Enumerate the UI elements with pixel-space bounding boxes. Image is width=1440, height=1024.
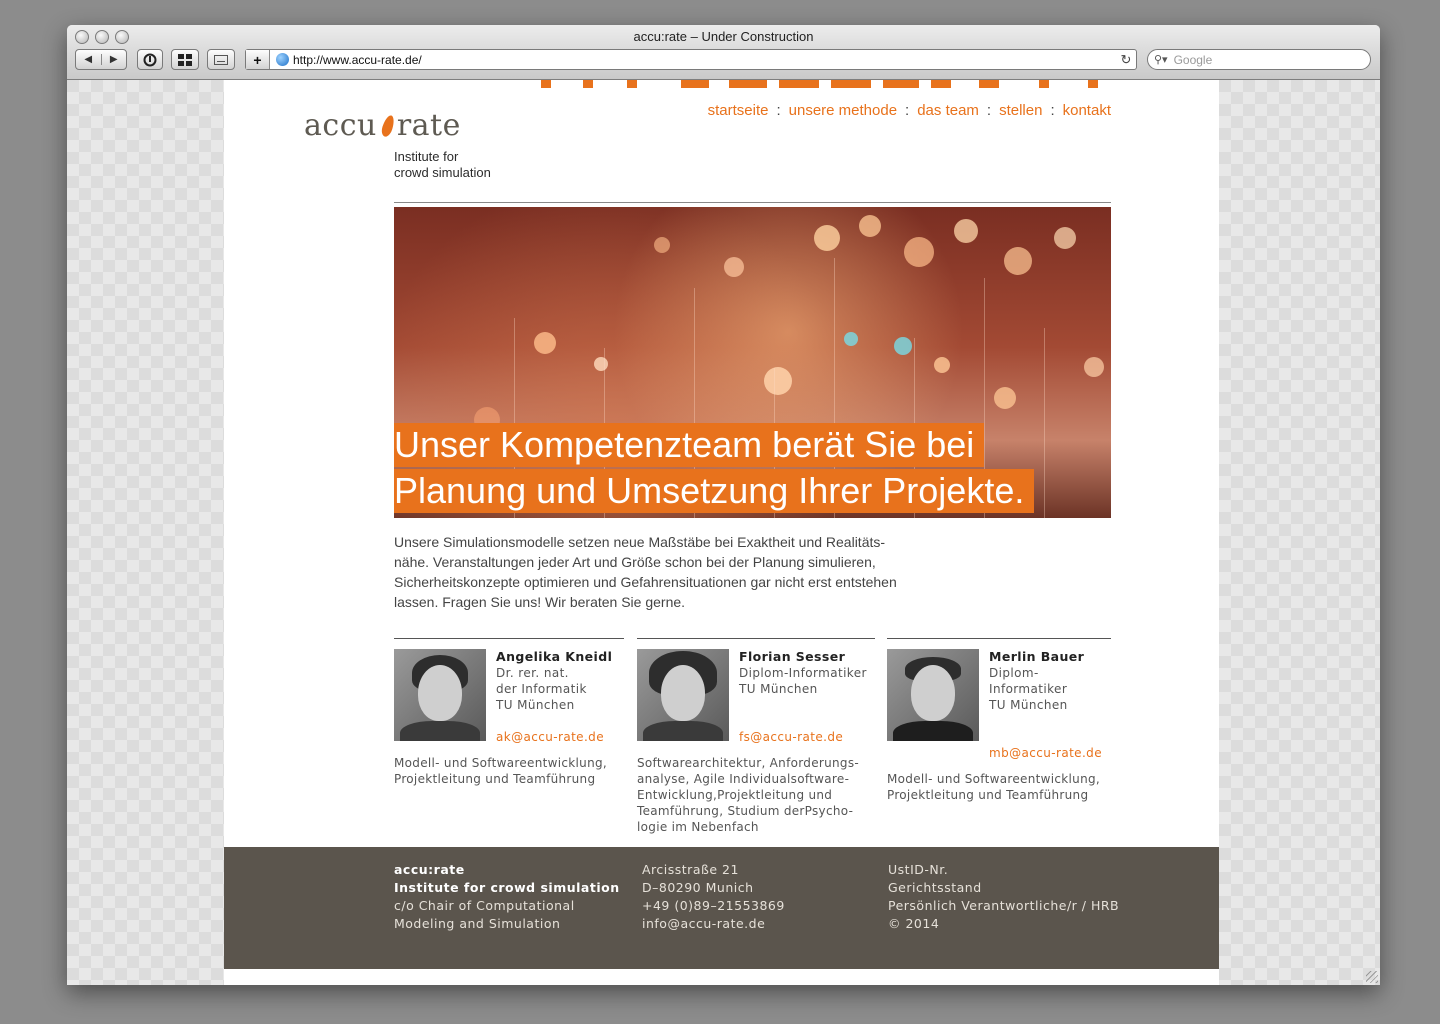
nav-separator: : <box>905 102 910 119</box>
member-description-line: Projektleitung und Teamführung <box>887 788 1089 802</box>
site-globe-icon <box>276 53 289 66</box>
member-name: Florian Sesser <box>739 649 846 664</box>
nav-startseite[interactable]: startseite <box>708 102 769 119</box>
hero-headline-line1: Unser Kompetenzteam berät Sie bei <box>394 423 985 467</box>
member-description: Modell- und Softwareentwicklung, Projekt… <box>887 771 1111 803</box>
member-photo <box>394 649 486 741</box>
member-title-line: TU München <box>739 682 818 696</box>
footer-email-link[interactable]: info@accu-rate.de <box>642 915 785 933</box>
url-field[interactable]: http://www.accu-rate.de/ <box>293 53 1116 67</box>
logo-subtitle: Institute for crowd simulation <box>394 149 491 181</box>
member-description-line: Softwarearchitektur, Anforderungs- <box>637 756 860 770</box>
member-photo <box>637 649 729 741</box>
intro-paragraph: Unsere Simulationsmodelle setzen neue Ma… <box>394 534 897 610</box>
page-footer: accu:rate Institute for crowd simulation… <box>224 847 1219 969</box>
nav-separator: : <box>776 102 781 119</box>
nav-separator: : <box>1050 102 1055 119</box>
member-title-line: der Informatik <box>496 682 587 696</box>
footer-legal-line: Persönlich Verantwortliche/r / HRB <box>888 898 1120 913</box>
window-title: accu:rate – Under Construction <box>633 29 814 44</box>
web-page: accu rate Institute for crowd simulation… <box>224 80 1219 985</box>
decorative-dashes <box>541 80 1101 88</box>
logo-wordmark: accu rate <box>304 108 491 143</box>
nav-stellen[interactable]: stellen <box>999 102 1042 119</box>
browser-viewport: accu rate Institute for crowd simulation… <box>67 80 1380 985</box>
footer-street: Arcisstraße 21 <box>642 862 739 877</box>
back-button[interactable]: ◀ <box>76 54 101 65</box>
main-navigation: startseite : unsere methode : das team :… <box>708 102 1111 119</box>
browser-titlebar: accu:rate – Under Construction ◀ ▶ + htt… <box>67 25 1380 80</box>
add-bookmark-button[interactable]: + <box>246 50 270 69</box>
member-description-line: analyse, Agile Individualsoftware- <box>637 772 850 786</box>
footer-column-address: accu:rate Institute for crowd simulation… <box>394 861 620 933</box>
member-description-line: Modell- und Softwareentwicklung, <box>394 756 608 770</box>
footer-phone[interactable]: +49 (0)89–21553869 <box>642 897 785 915</box>
member-name: Merlin Bauer <box>989 649 1085 664</box>
member-title-line: Diplom-Informatiker <box>739 666 867 680</box>
site-logo[interactable]: accu rate Institute for crowd simulation <box>304 108 491 181</box>
history-button[interactable] <box>137 49 163 70</box>
reload-button[interactable]: ↻ <box>1116 52 1136 68</box>
member-photo <box>887 649 979 741</box>
member-description-line: Entwicklung,Projektleitung und <box>637 788 833 802</box>
member-description-line: logie im Nebenfach <box>637 820 759 834</box>
footer-text-line: c/o Chair of Computational <box>394 898 575 913</box>
logo-text-left: accu <box>304 108 377 143</box>
grid-icon <box>178 53 192 66</box>
search-icon: ⚲▾ <box>1154 54 1168 66</box>
header-divider <box>394 202 1111 203</box>
member-email-link[interactable]: mb@accu-rate.de <box>989 745 1111 761</box>
browser-window: accu:rate – Under Construction ◀ ▶ + htt… <box>67 25 1380 985</box>
nav-unsere-methode[interactable]: unsere methode <box>789 102 897 119</box>
footer-legal-line: Gerichtsstand <box>888 880 982 895</box>
nav-separator: : <box>986 102 992 119</box>
member-email-link[interactable]: fs@accu-rate.de <box>739 729 867 745</box>
footer-legal-line: UstID-Nr. <box>888 862 949 877</box>
resize-grip-icon[interactable] <box>1366 971 1378 983</box>
member-name: Angelika Kneidl <box>496 649 613 664</box>
address-bar: + http://www.accu-rate.de/ ↻ <box>245 49 1137 70</box>
search-field[interactable]: ⚲▾ Google <box>1147 49 1371 70</box>
logo-subtitle-line2: crowd simulation <box>394 165 491 180</box>
footer-column-legal: UstID-Nr. Gerichtsstand Persönlich Veran… <box>888 861 1119 933</box>
nav-das-team[interactable]: das team <box>917 102 979 119</box>
member-email-link[interactable]: ak@accu-rate.de <box>496 729 612 745</box>
member-title-line: TU München <box>989 698 1068 712</box>
footer-city: D–80290 Munich <box>642 880 754 895</box>
footer-company-subtitle: Institute for crowd simulation <box>394 880 620 895</box>
nav-kontakt[interactable]: kontakt <box>1063 102 1111 119</box>
member-description-line: Teamführung, Studium derPsycho- <box>637 804 854 818</box>
member-description: Modell- und Softwareentwicklung, Projekt… <box>394 755 624 787</box>
hero-headline-line2: Planung und Umsetzung Ihrer Projekte. <box>394 469 1035 513</box>
member-title-line: TU München <box>496 698 575 712</box>
logo-subtitle-line1: Institute for <box>394 149 459 164</box>
search-placeholder: Google <box>1173 52 1213 67</box>
forward-button[interactable]: ▶ <box>100 54 127 65</box>
member-title-line: Diplom-Informatiker <box>989 666 1068 696</box>
team-divider <box>637 638 875 639</box>
top-sites-button[interactable] <box>171 49 199 70</box>
member-description-line: Modell- und Softwareentwicklung, <box>887 772 1101 786</box>
team-divider <box>394 638 624 639</box>
member-title-line: Dr. rer. nat. <box>496 666 569 680</box>
footer-text-line: Modeling and Simulation <box>394 916 561 931</box>
logo-text-right: rate <box>396 108 461 143</box>
bookmarks-icon <box>214 54 228 65</box>
hero-banner: Unser Kompetenzteam berät Sie bei Planun… <box>394 207 1111 518</box>
team-member-card: Florian Sesser Diplom-Informatiker TU Mü… <box>637 638 875 835</box>
team-member-card: Merlin Bauer Diplom-Informatiker TU Münc… <box>887 638 1111 803</box>
history-icon <box>143 53 157 66</box>
footer-column-contact: Arcisstraße 21 D–80290 Munich +49 (0)89–… <box>642 861 785 933</box>
member-description: Softwarearchitektur, Anforderungs- analy… <box>637 755 875 835</box>
bookmarks-button[interactable] <box>207 49 235 70</box>
footer-copyright: © 2014 <box>888 916 940 931</box>
logo-drop-icon <box>379 113 396 138</box>
footer-company-name: accu:rate <box>394 862 465 877</box>
team-divider <box>887 638 1111 639</box>
back-forward-buttons: ◀ ▶ <box>75 49 127 70</box>
team-member-card: Angelika Kneidl Dr. rer. nat. der Inform… <box>394 638 624 787</box>
member-description-line: Projektleitung und Teamführung <box>394 772 596 786</box>
